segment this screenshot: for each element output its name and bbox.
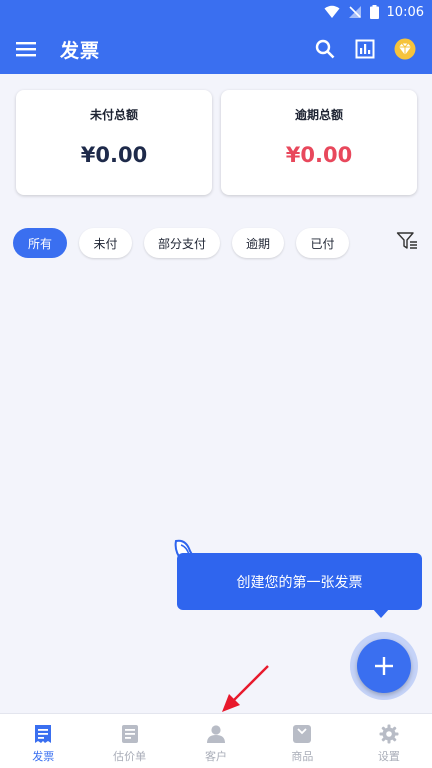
wifi-icon (324, 5, 340, 19)
box-icon (291, 723, 313, 745)
nav-item-invoices[interactable]: 发票 (0, 714, 86, 768)
tooltip-text: 创建您的第一张发票 (236, 574, 363, 591)
create-invoice-tooltip[interactable]: 创建您的第一张发票 (177, 553, 422, 618)
filter-chip-partial[interactable]: 部分支付 (144, 228, 220, 258)
bottom-nav: 发票 估价单 客户 商品 设置 (0, 713, 432, 768)
annotation-arrow (216, 660, 276, 716)
report-chart-icon[interactable] (354, 38, 376, 60)
nav-item-items[interactable]: 商品 (259, 714, 345, 768)
premium-diamond-icon[interactable] (394, 38, 416, 60)
unpaid-total-label: 未付总额 (89, 108, 138, 122)
plus-icon (375, 657, 393, 675)
estimate-icon (119, 723, 141, 745)
filter-chip-paid[interactable]: 已付 (296, 228, 349, 258)
unpaid-total-card: 未付总额 ¥0.00 (16, 90, 212, 195)
search-icon[interactable] (314, 38, 336, 60)
status-time: 10:06 (386, 4, 424, 20)
filter-chips: 所有 未付 部分支付 逾期 已付 (13, 228, 349, 258)
gear-icon (378, 723, 400, 745)
tooltip-tail (372, 608, 390, 618)
nav-item-clients[interactable]: 客户 (173, 714, 259, 768)
overdue-total-card: 逾期总额 ¥0.00 (221, 90, 417, 195)
unpaid-total-amount: ¥0.00 (80, 143, 148, 167)
filter-chip-all[interactable]: 所有 (13, 228, 67, 258)
menu-icon[interactable] (16, 38, 38, 60)
nav-item-settings[interactable]: 设置 (346, 714, 432, 768)
app-bar: 发票 (0, 24, 432, 74)
person-icon (205, 723, 227, 745)
nav-label: 商品 (291, 750, 314, 763)
nav-label: 客户 (205, 750, 228, 763)
overdue-total-amount: ¥0.00 (285, 143, 353, 167)
nav-item-estimates[interactable]: 估价单 (86, 714, 172, 768)
overdue-total-label: 逾期总额 (294, 108, 343, 122)
page-title: 发票 (60, 39, 101, 62)
invoice-icon (32, 723, 54, 745)
status-bar: 10:06 (0, 0, 432, 24)
nav-label: 估价单 (113, 750, 147, 763)
filter-icon[interactable] (396, 230, 418, 252)
nav-label: 设置 (377, 750, 400, 763)
add-invoice-button[interactable] (357, 639, 411, 693)
filter-chip-unpaid[interactable]: 未付 (79, 228, 132, 258)
battery-icon (369, 5, 379, 19)
signal-icon (348, 5, 362, 19)
nav-label: 发票 (32, 750, 55, 763)
screen: 10:06 发票 未付总额 ¥0.00 逾期总额 ¥0.00 所有 未付 部分支… (0, 0, 432, 768)
filter-chip-overdue[interactable]: 逾期 (232, 228, 284, 258)
